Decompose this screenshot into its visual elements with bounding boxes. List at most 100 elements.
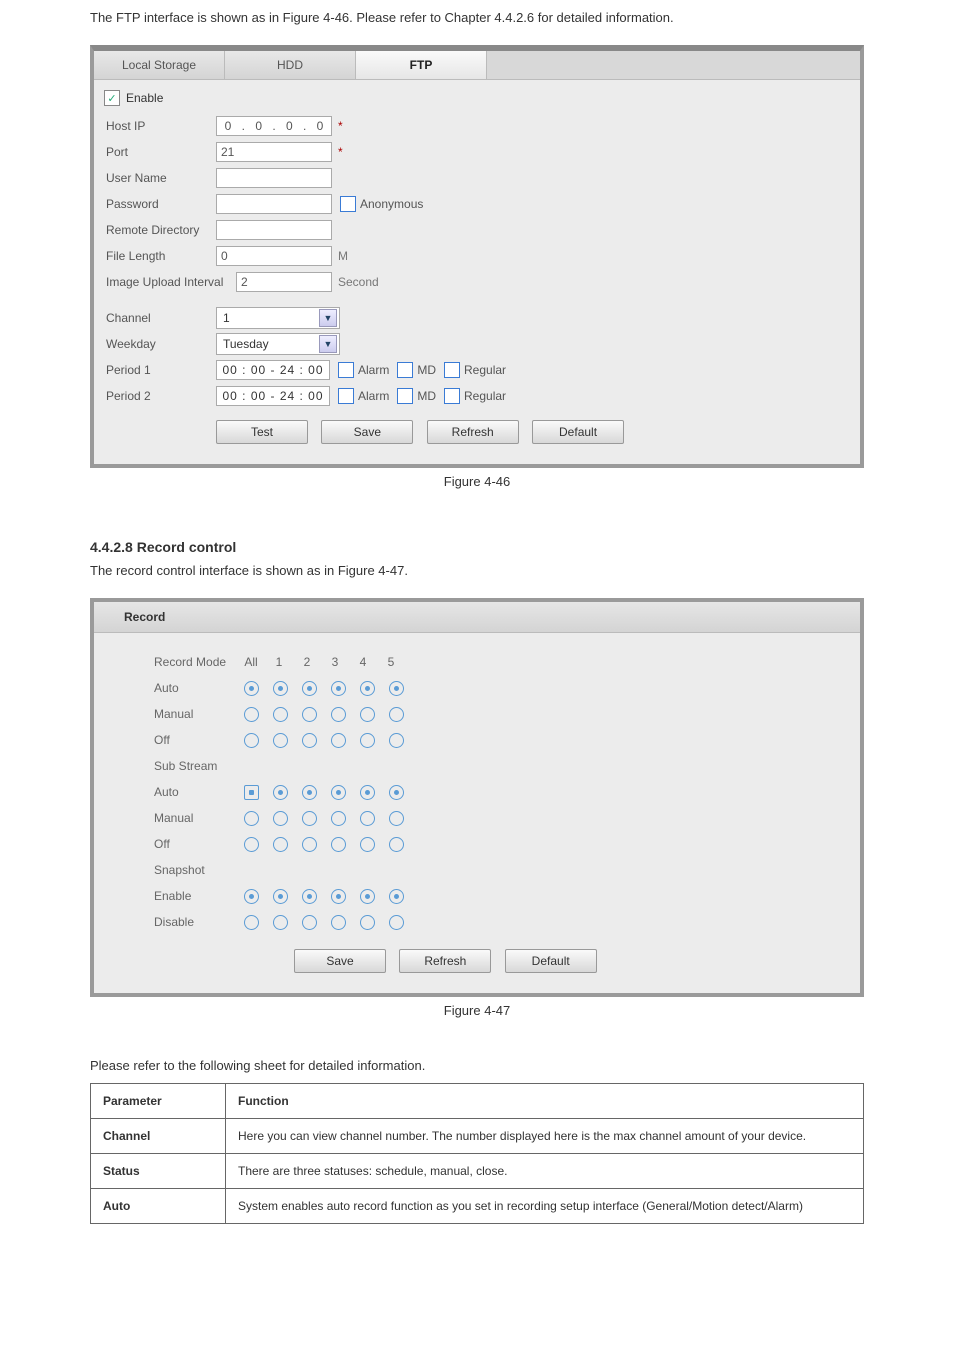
radio[interactable] [389,811,404,826]
hostip-input[interactable]: 0. 0. 0. 0 [216,116,332,136]
row-label: Sub Stream [154,759,244,773]
radio[interactable] [389,837,404,852]
radio[interactable] [244,785,259,800]
table-row: AutoSystem enables auto record function … [91,1189,864,1224]
radio[interactable] [302,811,317,826]
radio[interactable] [360,837,375,852]
col-head: 5 [384,655,398,669]
radio[interactable] [302,785,317,800]
radio[interactable] [331,889,346,904]
row-label: Disable [154,915,244,929]
tab-ftp[interactable]: FTP [356,51,487,79]
radio[interactable] [302,915,317,930]
record-heading: 4.4.2.8 Record control [90,539,864,555]
radio[interactable] [389,707,404,722]
table-intro: Please refer to the following sheet for … [0,1038,954,1083]
recordmode-label: Record Mode [154,655,244,669]
radio[interactable] [244,837,259,852]
radio[interactable] [273,785,288,800]
weekday-select[interactable]: Tuesday ▼ [216,333,340,355]
row-label: Snapshot [154,863,244,877]
row-label: Off [154,837,244,851]
default-button[interactable]: Default [532,420,624,444]
refresh-button[interactable]: Refresh [399,949,491,973]
username-input[interactable] [216,168,332,188]
refresh-button[interactable]: Refresh [427,420,519,444]
period2-regular-checkbox[interactable] [444,388,460,404]
radio[interactable] [244,707,259,722]
password-label: Password [104,197,216,211]
radio[interactable] [389,733,404,748]
port-required: * [338,145,343,159]
imageupload-input[interactable]: 2 [236,272,332,292]
radio[interactable] [360,707,375,722]
radio[interactable] [360,889,375,904]
col-head: 3 [328,655,342,669]
tab-hdd[interactable]: HDD [225,51,356,79]
radio[interactable] [389,785,404,800]
radio[interactable] [302,733,317,748]
filelength-input[interactable]: 0 [216,246,332,266]
radio[interactable] [331,681,346,696]
radio[interactable] [273,837,288,852]
test-button[interactable]: Test [216,420,308,444]
tabs: Local Storage HDD FTP [94,51,860,80]
channel-label: Channel [104,311,216,325]
radio[interactable] [331,915,346,930]
radio[interactable] [244,915,259,930]
enable-checkbox[interactable]: ✓ [104,90,120,106]
record-panel: Record Record Mode All12345 AutoManualOf… [90,598,864,997]
radio[interactable] [360,785,375,800]
radio[interactable] [331,707,346,722]
radio[interactable] [389,681,404,696]
period2-alarm-checkbox[interactable] [338,388,354,404]
radio[interactable] [244,733,259,748]
col-head: 4 [356,655,370,669]
radio[interactable] [360,733,375,748]
password-input[interactable] [216,194,332,214]
radio[interactable] [273,811,288,826]
port-input[interactable]: 21 [216,142,332,162]
ftp-intro: The FTP interface is shown as in Figure … [0,0,954,45]
period1-time[interactable]: 00 : 00 - 24 : 00 [216,360,330,380]
record-title: Record [94,602,860,633]
radio[interactable] [331,785,346,800]
radio[interactable] [331,733,346,748]
period1-regular-checkbox[interactable] [444,362,460,378]
radio[interactable] [273,915,288,930]
save-button[interactable]: Save [294,949,386,973]
radio[interactable] [273,681,288,696]
period2-label: Period 2 [104,389,216,403]
radio[interactable] [302,889,317,904]
radio[interactable] [302,681,317,696]
channel-select[interactable]: 1 ▼ [216,307,340,329]
radio[interactable] [302,837,317,852]
radio[interactable] [360,915,375,930]
period2-md-checkbox[interactable] [397,388,413,404]
radio[interactable] [389,889,404,904]
radio[interactable] [244,681,259,696]
save-button[interactable]: Save [321,420,413,444]
radio[interactable] [273,733,288,748]
radio[interactable] [389,915,404,930]
row-label: Manual [154,707,244,721]
period1-alarm-checkbox[interactable] [338,362,354,378]
anonymous-checkbox[interactable] [340,196,356,212]
col-head: 1 [272,655,286,669]
tab-local-storage[interactable]: Local Storage [94,51,225,79]
radio[interactable] [244,811,259,826]
radio[interactable] [360,681,375,696]
col-head: 2 [300,655,314,669]
radio[interactable] [360,811,375,826]
radio[interactable] [331,811,346,826]
period2-time[interactable]: 00 : 00 - 24 : 00 [216,386,330,406]
radio[interactable] [273,889,288,904]
th-parameter: Parameter [91,1084,226,1119]
period1-md-checkbox[interactable] [397,362,413,378]
radio[interactable] [244,889,259,904]
radio[interactable] [273,707,288,722]
radio[interactable] [302,707,317,722]
remotedir-input[interactable] [216,220,332,240]
radio[interactable] [331,837,346,852]
default-button[interactable]: Default [505,949,597,973]
